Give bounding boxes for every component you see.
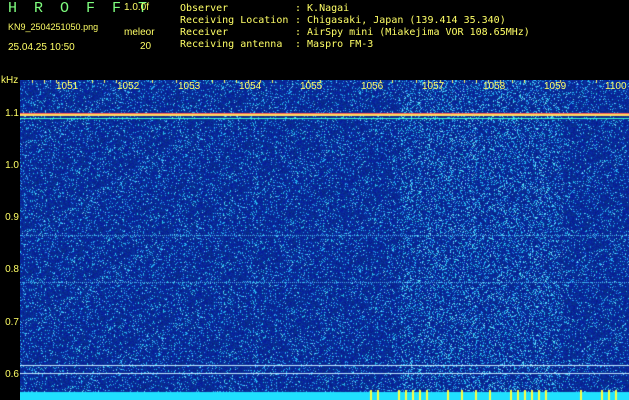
x-tick-label: 1057 xyxy=(422,81,445,92)
meleor-label: meleor xyxy=(124,27,155,38)
location-row: Receiving Location : Chigasaki, Japan (13… xyxy=(180,15,506,26)
y-axis-unit: kHz xyxy=(1,75,19,86)
y-tick-label: 0.8 xyxy=(5,264,19,276)
y-tick-label: 0.7 xyxy=(5,316,19,328)
x-tick-label: 1058 xyxy=(483,81,506,92)
x-tick-label: 1100 xyxy=(605,81,627,92)
antenna-key: Receiving antenna xyxy=(180,39,283,50)
version-label: 1.0.0f xyxy=(124,2,150,13)
spectrogram-canvas xyxy=(20,80,629,400)
x-tick-label: 1054 xyxy=(239,81,262,92)
x-tick-label: 1055 xyxy=(300,81,323,92)
x-tick-label: 1053 xyxy=(178,81,201,92)
capture-datetime: 25.04.25 10:50 xyxy=(8,42,75,53)
x-tick-label: 1052 xyxy=(117,81,140,92)
x-tick-label: 1059 xyxy=(544,81,567,92)
y-tick-label: 1.0 xyxy=(5,160,19,172)
x-tick-label: 1056 xyxy=(361,81,384,92)
file-name: KN9_2504251050.png xyxy=(8,22,99,32)
x-tick-label: 1051 xyxy=(56,81,79,92)
meleor-count: 20 xyxy=(140,41,152,52)
y-tick-label: 0.6 xyxy=(5,368,19,380)
receiver-value: : AirSpy mini (Miakejima VOR 108.65MHz) xyxy=(295,27,530,38)
header-panel: H R O F F T 1.0.0f KN9_2504251050.png me… xyxy=(0,0,629,76)
y-tick-label: 1.1 xyxy=(5,108,19,120)
antenna-value: : Maspro FM-3 xyxy=(295,39,374,50)
y-tick-label: 0.9 xyxy=(5,212,19,224)
observer-value: : K.Nagai xyxy=(295,3,350,14)
observer-key: Observer xyxy=(180,3,229,14)
location-key: Receiving Location xyxy=(180,15,289,26)
receiver-key: Receiver xyxy=(180,27,229,38)
location-value: : Chigasaki, Japan (139.414 35.340) xyxy=(295,15,506,26)
antenna-row: Receiving antenna : Maspro FM-3 xyxy=(180,39,373,50)
receiver-row: Receiver : AirSpy mini (Miakejima VOR 108… xyxy=(180,27,530,38)
observer-row: Observer : K.Nagai xyxy=(180,3,349,14)
